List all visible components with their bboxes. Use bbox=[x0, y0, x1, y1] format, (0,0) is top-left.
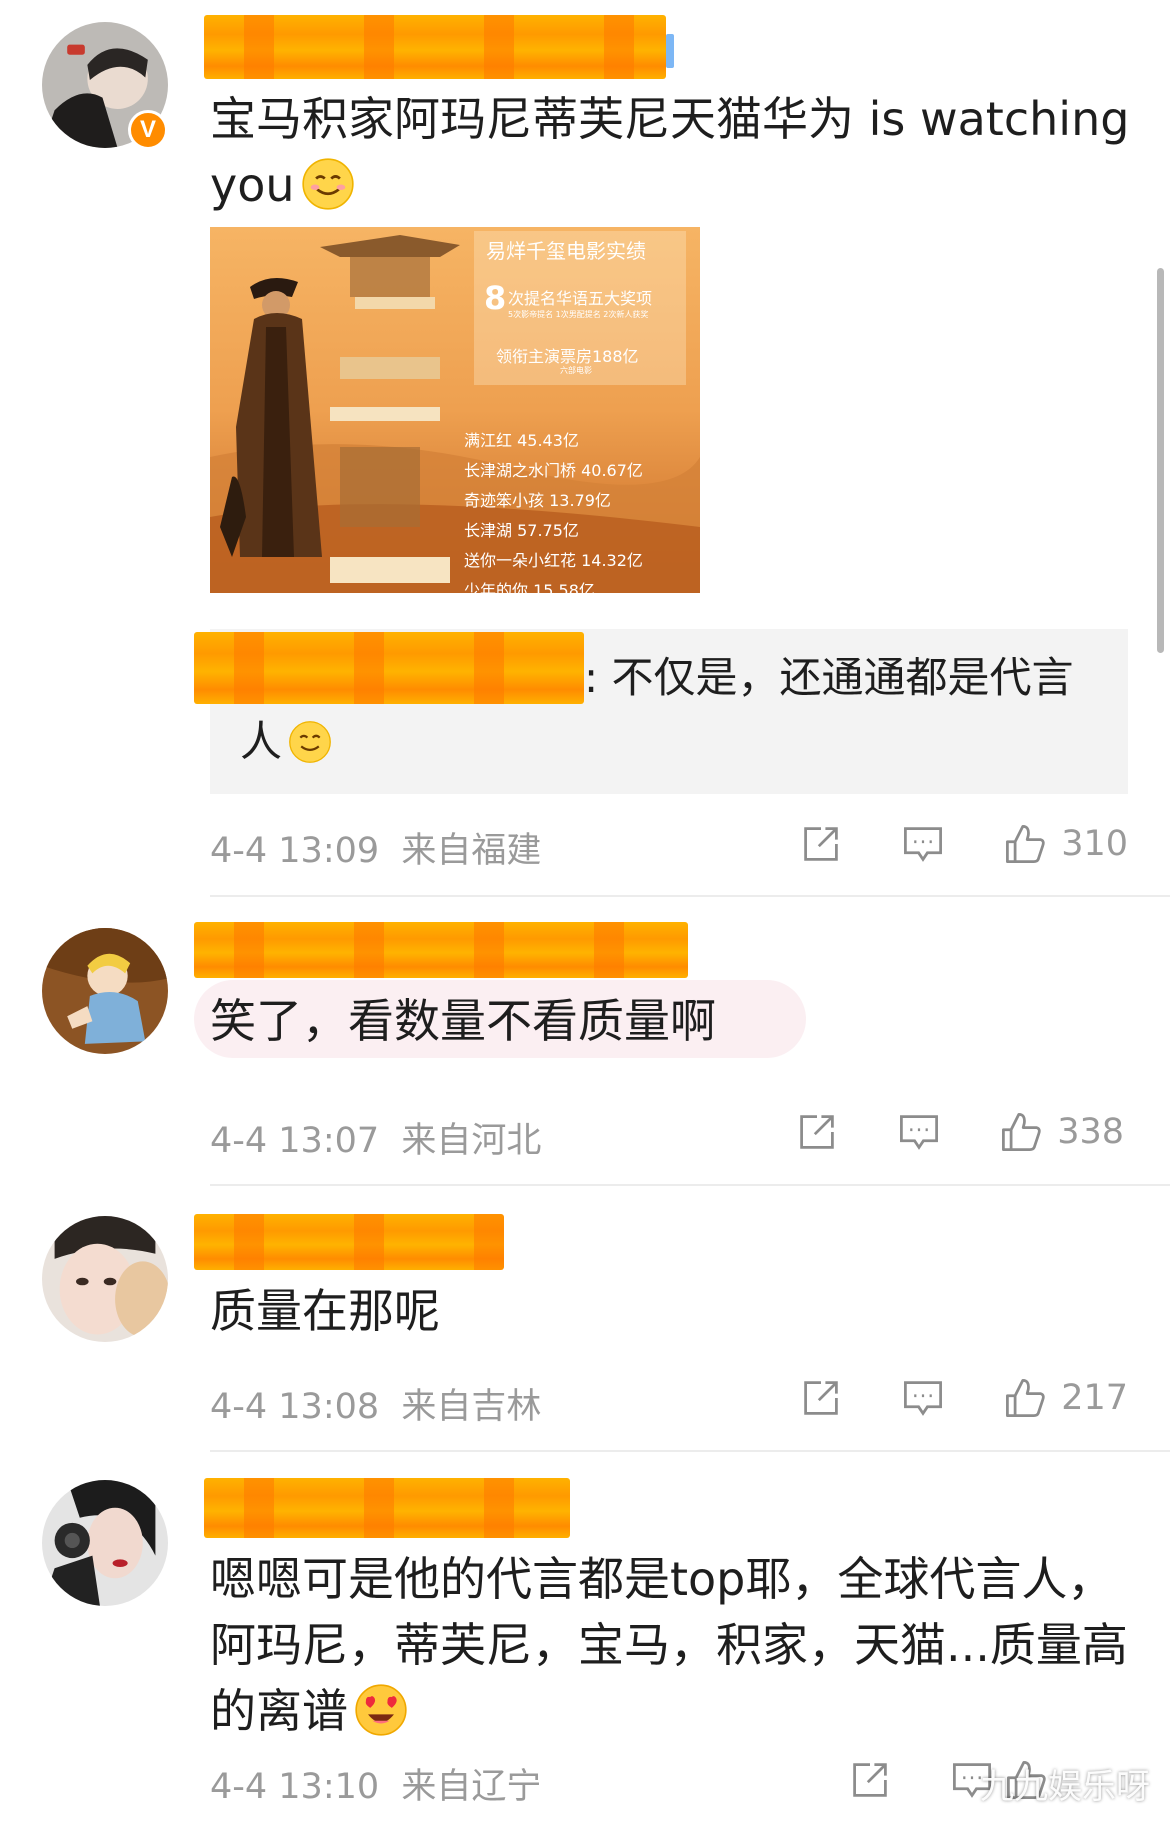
like-icon[interactable] bbox=[999, 1110, 1043, 1154]
divider bbox=[210, 1184, 1170, 1186]
like-count: 217 bbox=[1061, 1378, 1128, 1418]
username-redacted[interactable] bbox=[204, 15, 666, 79]
smiling-face-emoji-icon bbox=[289, 721, 331, 763]
comment-icon[interactable] bbox=[897, 1110, 941, 1154]
comment-text: 笑了，看数量不看质量啊 bbox=[210, 994, 716, 1048]
poster-nominations-label: 次提名华语五大奖项 bbox=[508, 289, 653, 308]
avatar[interactable] bbox=[42, 1480, 168, 1606]
poster-film-row: 少年的你 15.58亿 bbox=[464, 581, 595, 593]
comment-location: 来自辽宁 bbox=[401, 1767, 542, 1807]
comment-icon[interactable] bbox=[901, 1376, 945, 1420]
poster-nominations-sub: 5次影帝提名 1次男配提名 2次新人获奖 bbox=[508, 310, 649, 319]
avatar[interactable] bbox=[42, 928, 168, 1054]
comment-actions: 217 bbox=[799, 1376, 1128, 1420]
comment-text-line: you bbox=[210, 158, 295, 212]
username-edge bbox=[666, 34, 674, 68]
share-icon[interactable] bbox=[795, 1110, 839, 1154]
comment-actions: 310 bbox=[799, 822, 1128, 866]
scrollbar[interactable] bbox=[1157, 268, 1164, 653]
comment-text-line: 阿玛尼，蒂芙尼，宝马，积家，天猫...质量高 bbox=[210, 1618, 1128, 1672]
reply-text: 人 bbox=[240, 712, 332, 772]
watermark: 九九娱乐呀 bbox=[980, 1767, 1150, 1807]
poster-box-office: 领衔主演票房188亿 bbox=[496, 347, 639, 366]
comment-meta: 4-4 13:07 来自河北 bbox=[210, 1112, 541, 1163]
username-redacted[interactable] bbox=[194, 1214, 504, 1270]
like-icon[interactable] bbox=[1003, 822, 1047, 866]
comment-text-line: 的离谱 bbox=[210, 1684, 348, 1738]
poster-film-row: 长津湖之水门桥 40.67亿 bbox=[464, 461, 643, 480]
poster-film-row: 满江红 45.43亿 bbox=[464, 431, 579, 450]
divider bbox=[210, 1450, 1170, 1452]
comment-image[interactable]: 易烊千玺电影实绩 8 次提名华语五大奖项 5次影帝提名 1次男配提名 2次新人获… bbox=[210, 227, 700, 593]
divider bbox=[210, 895, 1170, 897]
share-icon[interactable] bbox=[848, 1758, 892, 1802]
comment-location: 来自河北 bbox=[401, 1121, 542, 1161]
poster-nominations-number: 8 bbox=[484, 279, 507, 317]
poster-film-row: 长津湖 57.75亿 bbox=[464, 521, 579, 540]
comment-text-line: 宝马积家阿玛尼蒂芙尼天猫华为 is watching bbox=[210, 92, 1130, 146]
comment-text-line: 嗯嗯可是他的代言都是top耶，全球代言人， bbox=[210, 1552, 1114, 1606]
reply-username-redacted[interactable] bbox=[194, 632, 584, 704]
poster-film-row: 送你一朵小红花 14.32亿 bbox=[464, 551, 643, 570]
comment-actions: 338 bbox=[795, 1110, 1124, 1154]
comment-meta: 4-4 13:10 来自辽宁 bbox=[210, 1758, 541, 1809]
comment-actions bbox=[848, 1758, 994, 1802]
comment-icon[interactable] bbox=[901, 822, 945, 866]
comment-time: 4-4 13:10 bbox=[210, 1767, 380, 1807]
poster-box-office-sub: 六部电影 bbox=[560, 366, 592, 375]
like-icon[interactable] bbox=[1003, 1376, 1047, 1420]
heart-eyes-emoji-icon bbox=[355, 1684, 407, 1736]
comment-time: 4-4 13:08 bbox=[210, 1387, 380, 1427]
comment-meta: 4-4 13:08 来自吉林 bbox=[210, 1378, 541, 1429]
comment-meta: 4-4 13:09 来自福建 bbox=[210, 822, 541, 873]
poster-film-row: 奇迹笨小孩 13.79亿 bbox=[464, 491, 611, 510]
like-count: 338 bbox=[1057, 1112, 1124, 1152]
share-icon[interactable] bbox=[799, 1376, 843, 1420]
share-icon[interactable] bbox=[799, 822, 843, 866]
comment-time: 4-4 13:07 bbox=[210, 1121, 380, 1161]
comment-location: 来自福建 bbox=[401, 831, 542, 871]
username-redacted[interactable] bbox=[204, 1478, 570, 1538]
avatar[interactable] bbox=[42, 1216, 168, 1342]
like-count: 310 bbox=[1061, 824, 1128, 864]
comment-time: 4-4 13:09 bbox=[210, 831, 380, 871]
comment-text: 嗯嗯可是他的代言都是top耶，全球代言人， 阿玛尼，蒂芙尼，宝马，积家，天猫..… bbox=[210, 1546, 1128, 1744]
reply-text-line: 人 bbox=[240, 717, 283, 766]
username-redacted[interactable] bbox=[194, 922, 688, 978]
smiling-face-emoji-icon bbox=[301, 158, 354, 210]
comment-location: 来自吉林 bbox=[401, 1387, 542, 1427]
reply-text: : 不仅是，还通通都是代言 bbox=[584, 653, 1074, 702]
comment-text: 宝马积家阿玛尼蒂芙尼天猫华为 is watching you bbox=[210, 86, 1129, 218]
verified-badge-icon: V bbox=[128, 110, 168, 150]
poster-title: 易烊千玺电影实绩 bbox=[486, 239, 646, 263]
comment-text: 质量在那呢 bbox=[210, 1284, 440, 1338]
